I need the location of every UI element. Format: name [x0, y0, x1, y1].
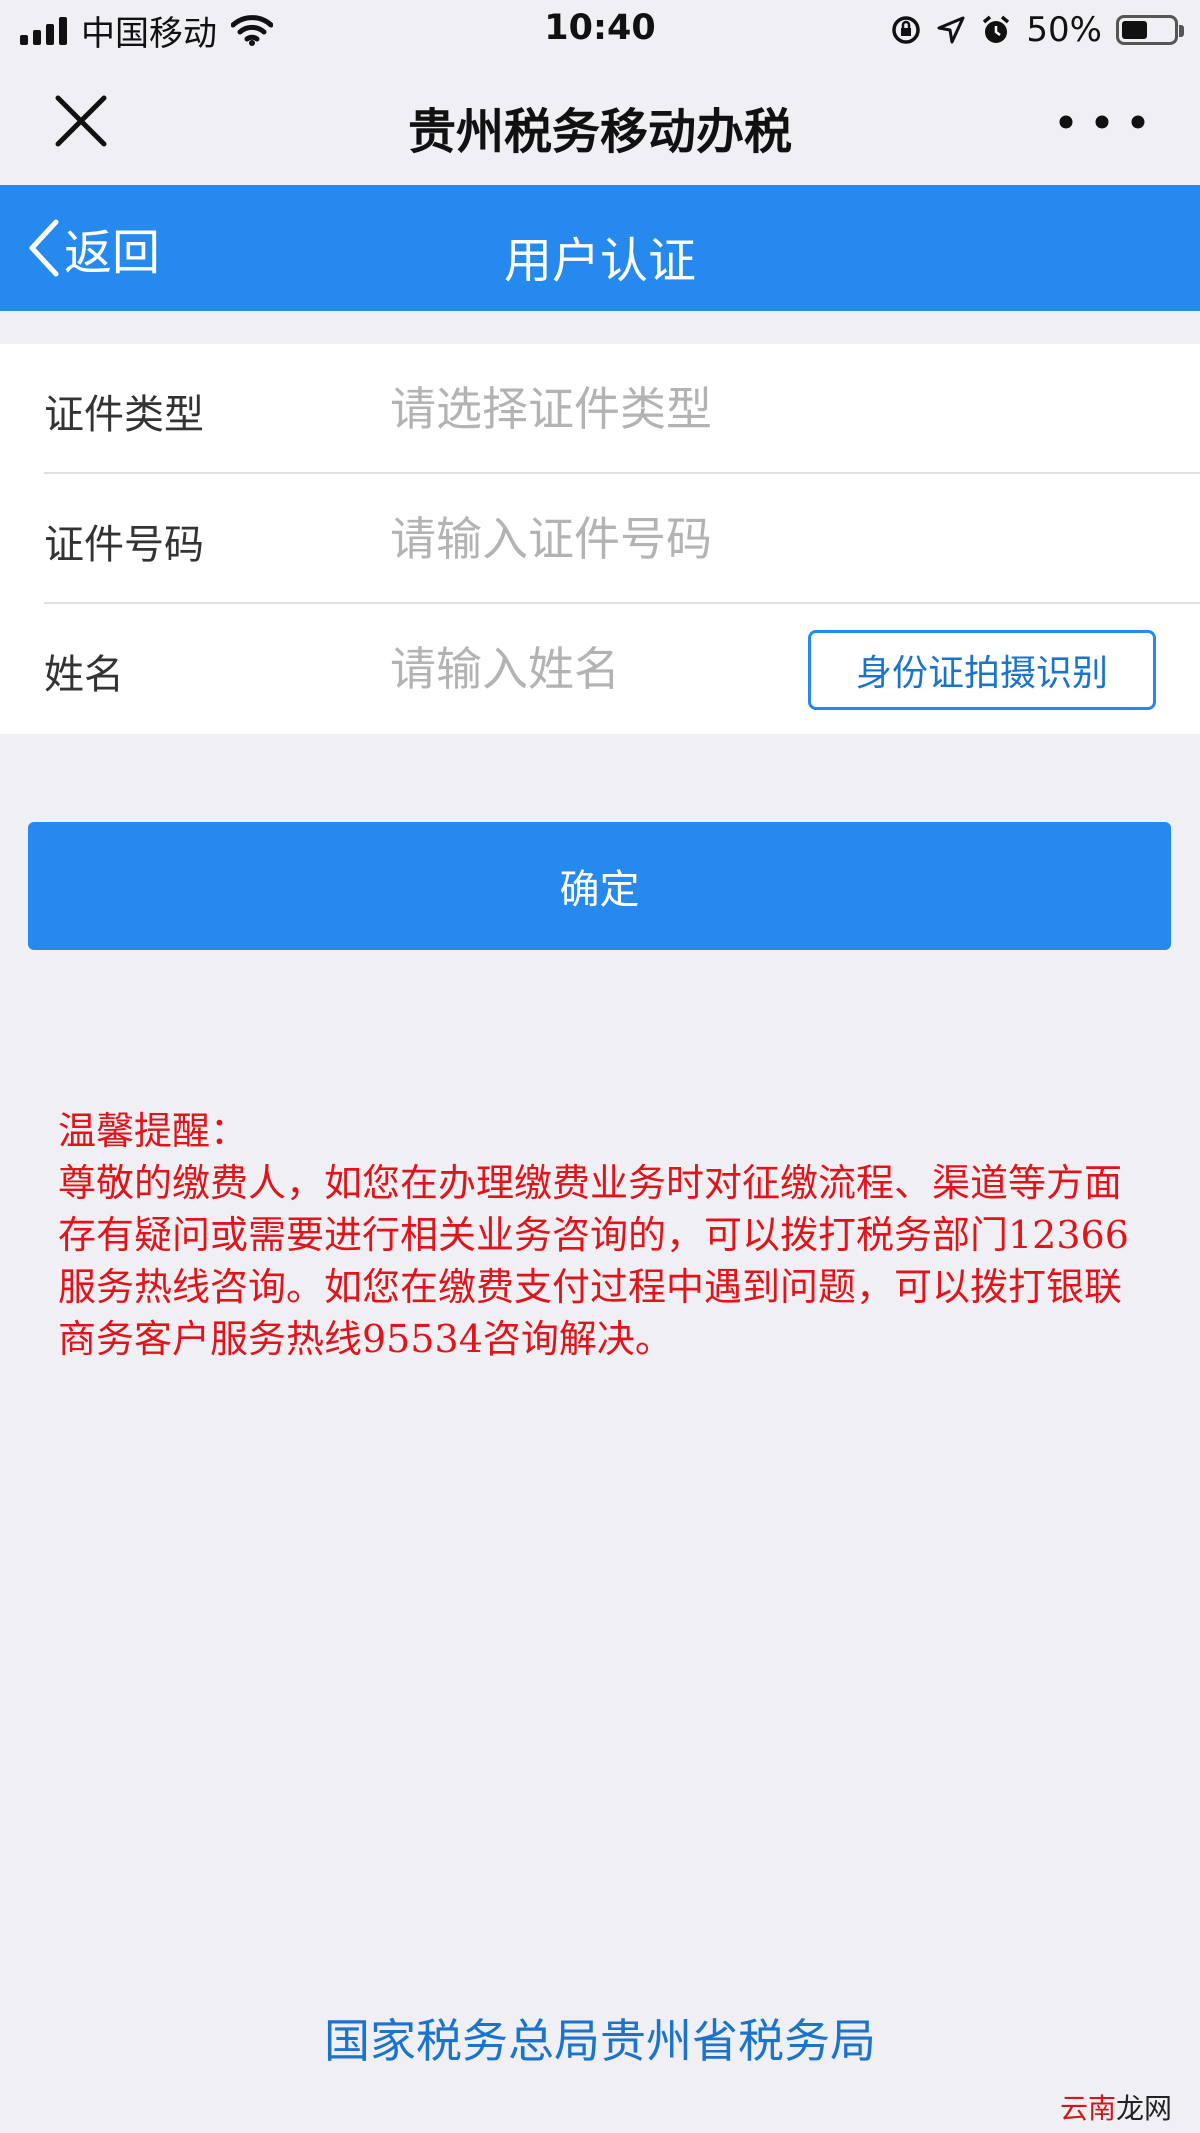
notice-body: 尊敬的缴费人，如您在办理缴费业务时对征缴流程、渠道等方面存有疑问或需要进行相关业… [58, 1161, 1129, 1361]
notice-title: 温馨提醒： [58, 1109, 249, 1153]
status-bar: 中国移动 10:40 50% [0, 0, 1200, 60]
id-number-input[interactable] [390, 502, 770, 576]
battery-icon [1116, 15, 1184, 45]
id-number-label: 证件号码 [44, 522, 204, 568]
app-header: 返回 用户认证 [0, 185, 1200, 311]
alarm-icon [983, 15, 1010, 43]
footer-organization: 国家税务总局贵州省税务局 [324, 2014, 876, 2068]
id-type-row[interactable]: 证件类型 [0, 344, 1200, 474]
page-title: 用户认证 [503, 233, 696, 289]
watermark-part2: 龙网 [1115, 2092, 1172, 2125]
battery-percent: 50% [1026, 10, 1102, 50]
watermark-logo: 云南龙网 [1060, 2087, 1172, 2127]
name-input[interactable] [390, 632, 770, 706]
wechat-nav-bar: 贵州税务移动办税 [0, 60, 1200, 185]
notice: 温馨提醒： 尊敬的缴费人，如您在办理缴费业务时对征缴流程、渠道等方面存有疑问或需… [58, 1105, 1148, 1365]
miniapp-title: 贵州税务移动办税 [407, 104, 792, 160]
name-label: 姓名 [44, 652, 124, 698]
watermark-part1: 云南 [1059, 2092, 1116, 2125]
id-card-scan-button[interactable]: 身份证拍摄识别 [808, 630, 1156, 710]
auth-form: 证件类型 证件号码 姓名 身份证拍摄识别 [0, 344, 1200, 734]
more-icon[interactable] [1056, 112, 1148, 132]
location-icon [937, 16, 965, 44]
battery-fill [1122, 21, 1147, 39]
id-type-select[interactable] [390, 372, 770, 446]
rotation-lock-icon [892, 16, 921, 44]
confirm-button[interactable]: 确定 [28, 822, 1171, 950]
status-right: 50% [890, 8, 1184, 52]
id-number-row: 证件号码 [0, 474, 1200, 604]
id-type-label: 证件类型 [44, 392, 204, 438]
name-row: 姓名 身份证拍摄识别 [0, 604, 1200, 734]
